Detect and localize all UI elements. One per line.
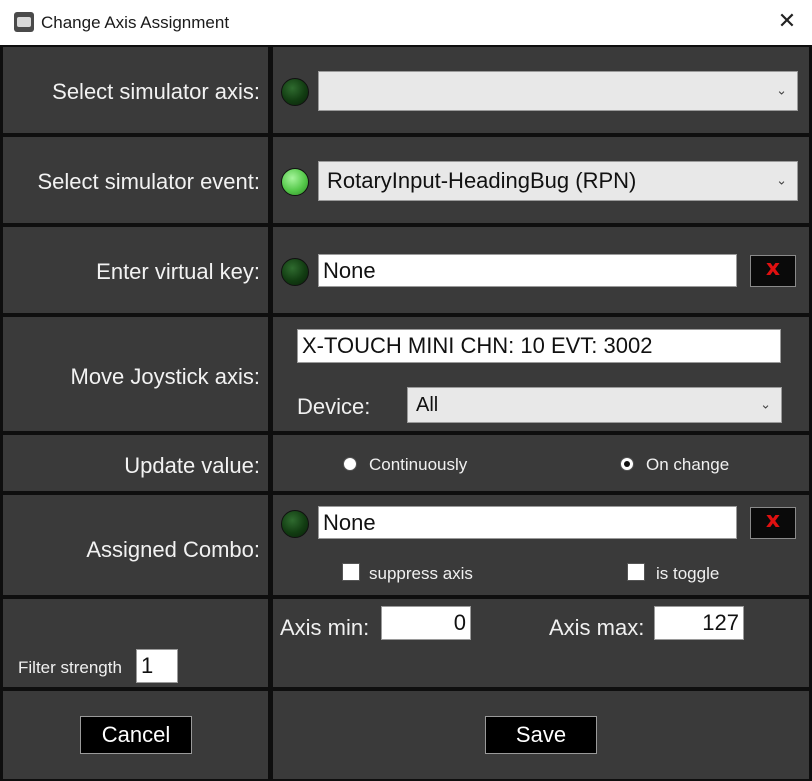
filter-strength-input[interactable]: 1 [136,649,178,683]
simulator-axis-cell: ⌄ [273,47,809,133]
is-toggle-label: is toggle [656,564,720,583]
update-value-label-cell: Update value: [3,435,268,491]
cancel-cell: Cancel [3,691,268,779]
save-cell: Save [273,691,809,779]
virtual-key-label: Enter virtual key: [96,259,260,284]
combo-label-cell: Assigned Combo: [3,495,268,595]
continuously-radio[interactable] [343,457,357,471]
combo-led [281,510,309,538]
simulator-event-selected: RotaryInput-HeadingBug (RPN) [327,168,637,193]
chevron-down-icon: ⌄ [776,173,787,189]
dialog-body: Select simulator axis: ⌄ Select simulato… [0,45,812,781]
suppress-axis-label: suppress axis [369,564,473,583]
joystick-label-cell: Move Joystick axis: [3,317,268,431]
is-toggle-checkbox[interactable] [627,563,645,581]
axis-range-cell: Axis min: 0 Axis max: 127 [273,599,809,687]
simulator-event-select[interactable]: RotaryInput-HeadingBug (RPN) ⌄ [318,161,798,201]
combo-label: Assigned Combo: [86,537,260,562]
suppress-axis-checkbox[interactable] [342,563,360,581]
joystick-axis-input[interactable]: X-TOUCH MINI CHN: 10 EVT: 3002 [297,329,781,363]
virtual-key-cell: None x [273,227,809,313]
virtual-key-led [281,258,309,286]
update-value-label: Update value: [124,453,260,478]
joystick-cell: X-TOUCH MINI CHN: 10 EVT: 3002 Device: A… [273,317,809,431]
chevron-down-icon: ⌄ [760,397,771,413]
device-select[interactable]: All ⌄ [407,387,782,423]
window-title: Change Axis Assignment [41,13,230,32]
continuously-label: Continuously [369,455,468,474]
device-selected: All [416,393,439,416]
simulator-event-led [281,168,309,196]
simulator-axis-label: Select simulator axis: [52,79,260,104]
clear-virtual-key-button[interactable]: x [750,255,796,287]
app-icon [14,12,34,32]
filter-cell: Filter strength 1 [3,599,268,687]
simulator-axis-select[interactable]: ⌄ [318,71,798,111]
simulator-event-label: Select simulator event: [37,169,260,194]
simulator-axis-label-cell: Select simulator axis: [3,47,268,133]
virtual-key-input[interactable]: None [318,254,737,287]
combo-input[interactable]: None [318,506,737,539]
simulator-event-label-cell: Select simulator event: [3,137,268,223]
simulator-event-cell: RotaryInput-HeadingBug (RPN) ⌄ [273,137,809,223]
chevron-down-icon: ⌄ [776,83,787,99]
close-icon[interactable]: ✕ [774,6,800,38]
axis-max-input[interactable]: 127 [654,606,744,640]
title-bar: Change Axis Assignment ✕ [0,0,812,45]
filter-strength-label: Filter strength [18,658,122,677]
simulator-axis-led [281,78,309,106]
cancel-button[interactable]: Cancel [80,716,192,754]
clear-combo-button[interactable]: x [750,507,796,539]
device-label: Device: [297,394,371,419]
combo-cell: None x suppress axis is toggle [273,495,809,595]
update-value-cell: Continuously On change [273,435,809,491]
joystick-label: Move Joystick axis: [70,364,261,389]
on-change-label: On change [646,455,730,474]
virtual-key-label-cell: Enter virtual key: [3,227,268,313]
axis-max-label: Axis max: [549,615,645,640]
on-change-radio[interactable] [620,457,634,471]
save-button[interactable]: Save [485,716,597,754]
axis-min-input[interactable]: 0 [381,606,471,640]
axis-min-label: Axis min: [280,615,370,640]
